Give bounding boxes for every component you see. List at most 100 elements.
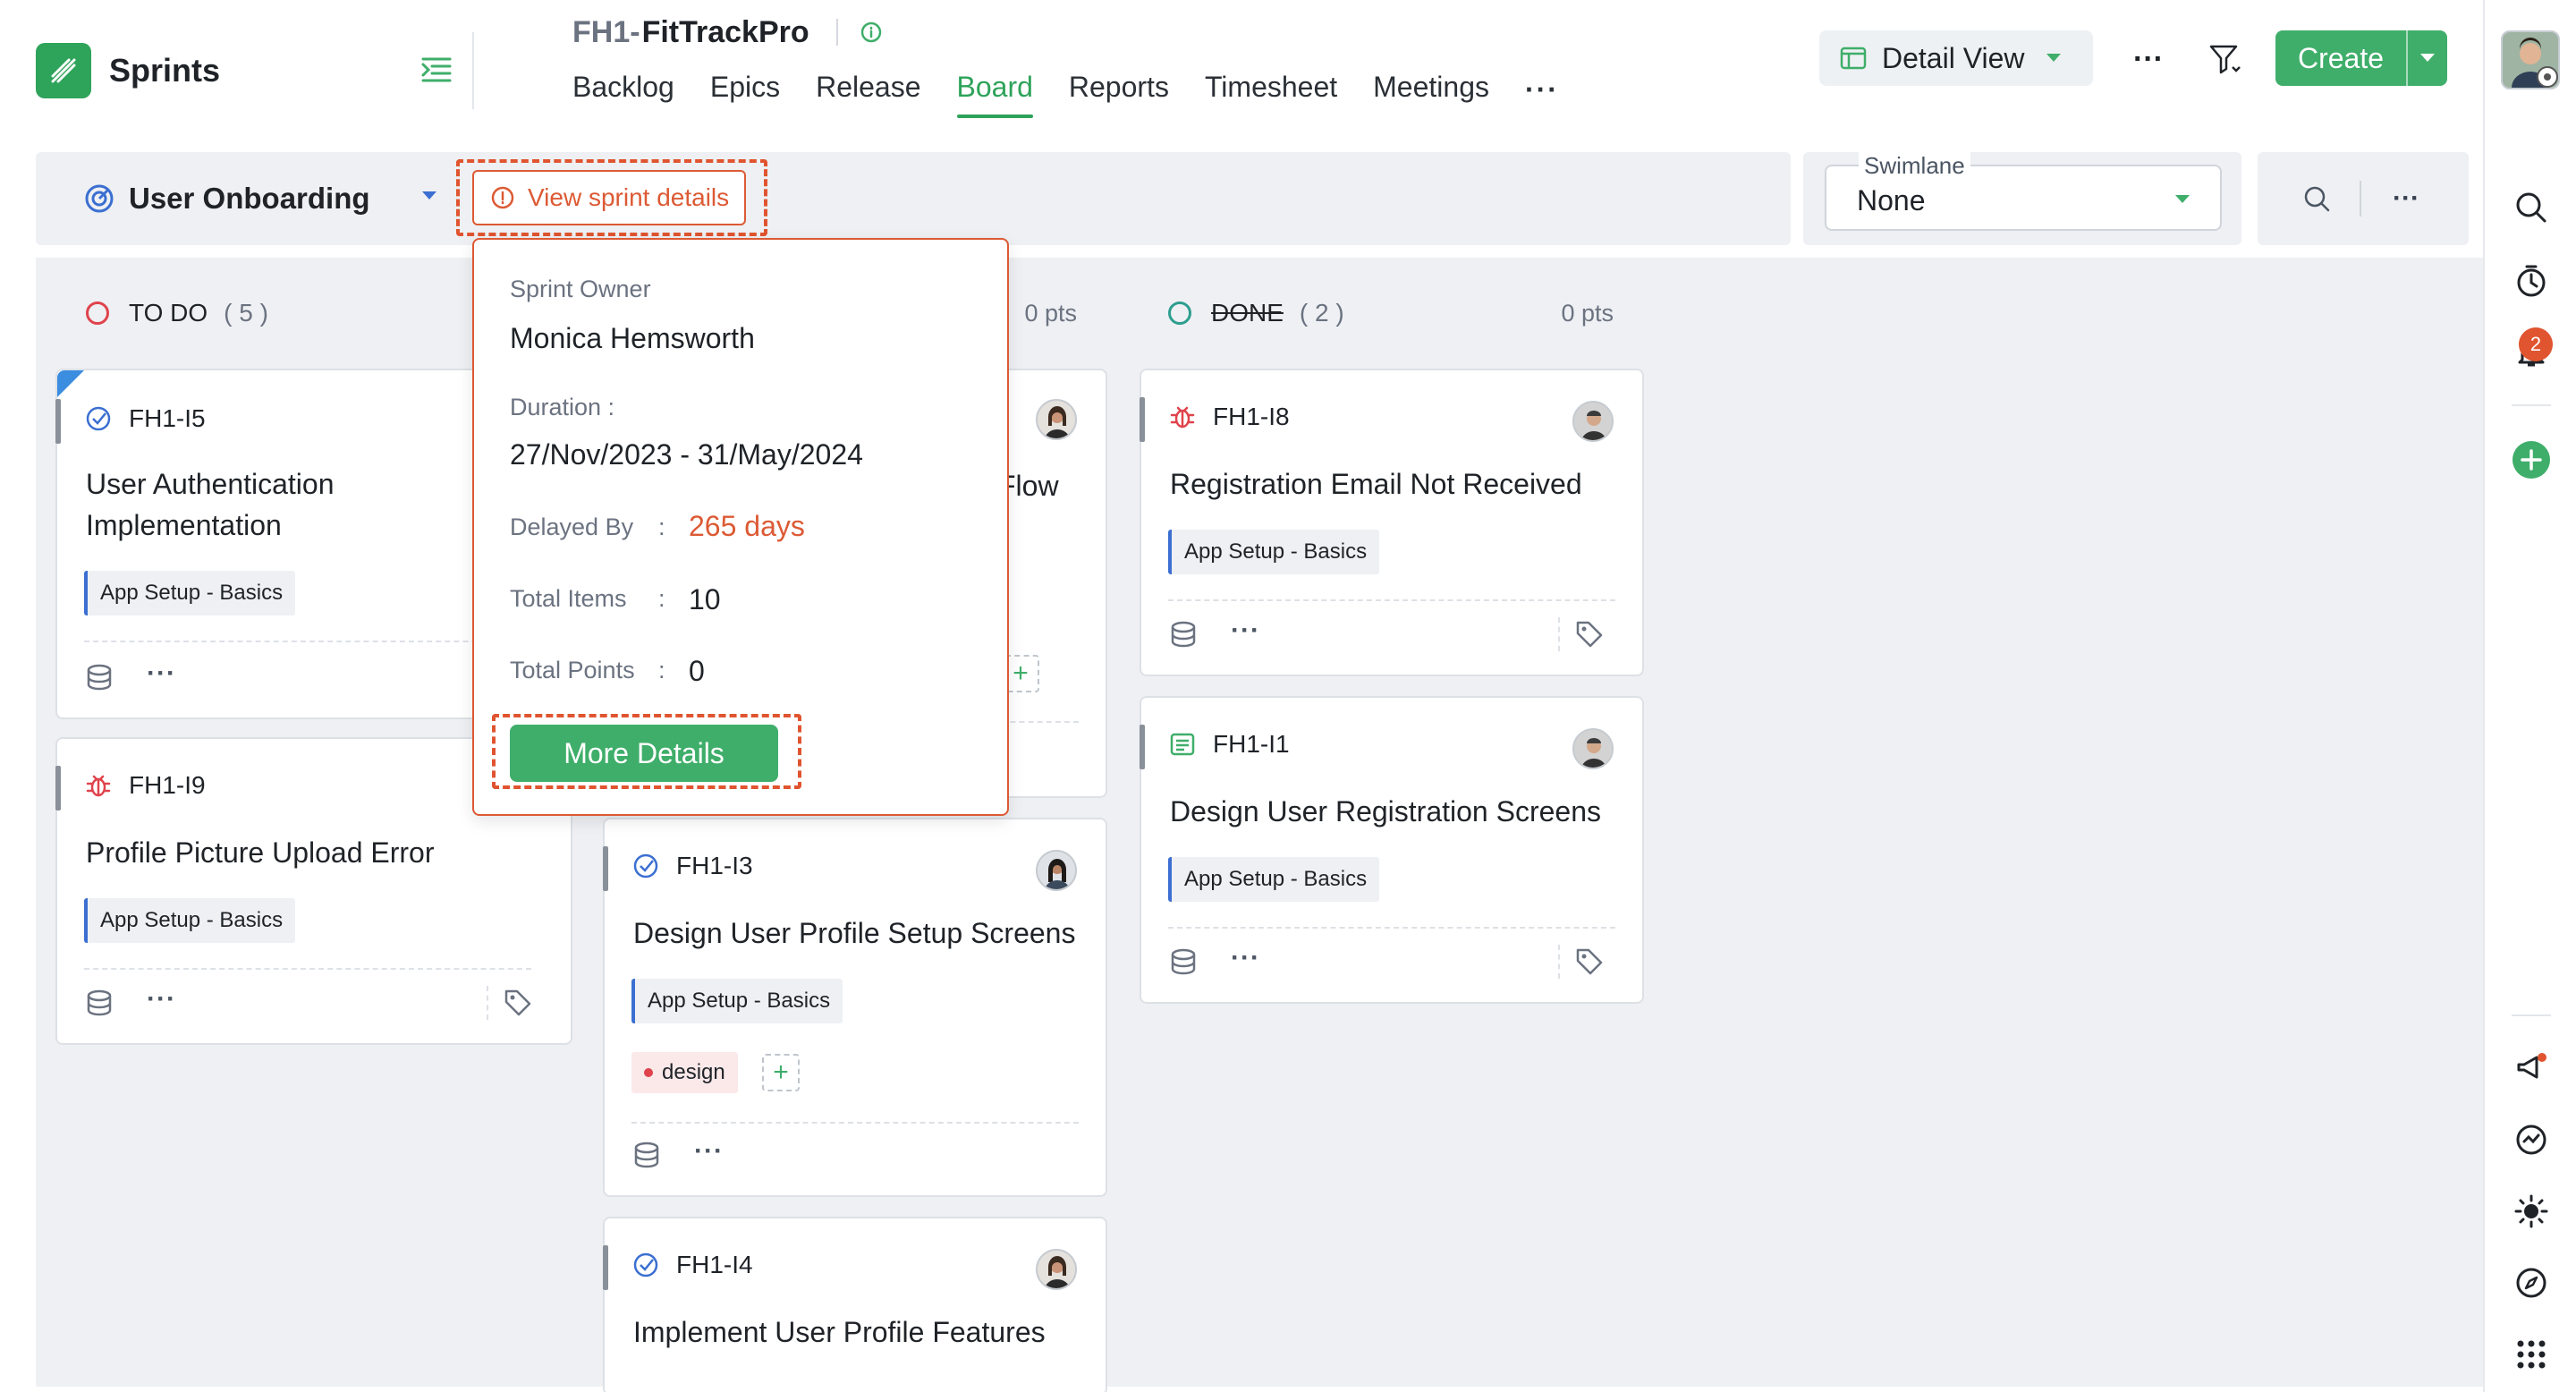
chevron-down-icon[interactable] xyxy=(420,190,438,202)
card-more-button[interactable]: ··· xyxy=(147,984,176,1014)
rail-divider xyxy=(2512,1014,2551,1016)
apps-grid-icon[interactable] xyxy=(2506,1329,2556,1379)
assignee-avatar[interactable] xyxy=(1572,728,1614,769)
board-search-icon[interactable] xyxy=(2293,175,2340,222)
compass-icon[interactable] xyxy=(2506,1258,2556,1308)
storage-icon[interactable] xyxy=(1168,946,1199,977)
sprint-owner-value: Monica Hemsworth xyxy=(510,322,755,354)
assignee-avatar[interactable] xyxy=(1036,850,1077,891)
assignee-avatar[interactable] xyxy=(1036,1249,1077,1290)
project-info-icon[interactable] xyxy=(860,21,883,44)
sidebar-collapse-icon[interactable] xyxy=(415,48,458,91)
right-rail xyxy=(2483,0,2576,1392)
card-title: User Authentication Implementation xyxy=(86,468,335,541)
epic-badge[interactable]: App Setup - Basics xyxy=(1168,857,1380,902)
card-fh1-i4[interactable]: FH1-I4 Implement User Profile Features xyxy=(603,1217,1107,1392)
card-more-button[interactable]: ··· xyxy=(1231,943,1260,973)
epic-badge[interactable]: App Setup - Basics xyxy=(84,898,296,943)
card-fh1-i3[interactable]: FH1-I3 Design User Profile Setup Screens… xyxy=(603,818,1107,1197)
sprint-name: User Onboarding xyxy=(129,182,370,215)
add-tag-button[interactable]: + xyxy=(762,1054,800,1091)
card-divider xyxy=(84,641,531,642)
header-more-button[interactable]: ··· xyxy=(2125,36,2172,82)
delayed-by-value: 265 days xyxy=(689,510,805,542)
card-more-button[interactable]: ··· xyxy=(694,1136,724,1167)
epic-badge[interactable]: App Setup - Basics xyxy=(84,571,296,615)
card-title: Registration Email Not Received xyxy=(1170,468,1582,500)
card-key[interactable]: FH1-I9 xyxy=(129,771,206,800)
project-title[interactable]: FH1- FitTrackPro xyxy=(572,13,883,52)
project-name: FitTrackPro xyxy=(641,14,809,49)
announcement-icon[interactable] xyxy=(2506,1043,2556,1093)
board-tools xyxy=(2258,152,2469,245)
column-name: DONE xyxy=(1211,299,1284,327)
add-circle-icon[interactable] xyxy=(2506,435,2556,485)
total-points-value: 0 xyxy=(689,655,705,687)
card-key[interactable]: FH1-I4 xyxy=(676,1251,753,1279)
colon: : xyxy=(658,657,665,683)
assignee-avatar[interactable] xyxy=(1036,399,1077,440)
tag-icon[interactable] xyxy=(503,988,533,1018)
storage-icon[interactable] xyxy=(1168,619,1199,649)
card-key[interactable]: FH1-I8 xyxy=(1213,403,1290,431)
card-title: Design User Registration Screens xyxy=(1170,795,1601,828)
epic-badge[interactable]: App Setup - Basics xyxy=(631,979,843,1023)
story-icon xyxy=(1170,733,1195,756)
detail-view-dropdown[interactable]: Detail View xyxy=(1819,30,2093,86)
card-more-button[interactable]: ··· xyxy=(147,658,176,689)
card-status-bar xyxy=(603,846,608,891)
assignee-avatar[interactable] xyxy=(1572,401,1614,442)
column-name: TO DO xyxy=(129,299,208,327)
user-avatar[interactable] xyxy=(2501,30,2560,89)
theme-sun-icon[interactable] xyxy=(2506,1186,2556,1236)
card-title: Design User Profile Setup Screens xyxy=(633,917,1076,949)
sprint-selector[interactable]: User Onboarding xyxy=(84,175,370,222)
status-ring-icon xyxy=(86,301,109,325)
tab-meetings[interactable]: Meetings xyxy=(1373,71,1489,109)
status-ring-icon xyxy=(1168,301,1191,325)
card-fh1-i1[interactable]: FH1-I1 Design User Registration Screens … xyxy=(1140,696,1644,1004)
app-name: Sprints xyxy=(109,52,221,89)
tab-backlog[interactable]: Backlog xyxy=(572,71,674,109)
app-brand[interactable]: Sprints xyxy=(36,43,220,98)
storage-icon[interactable] xyxy=(631,1140,662,1170)
nav-more-button[interactable]: ··· xyxy=(1525,73,1559,106)
tab-epics[interactable]: Epics xyxy=(710,71,780,109)
card-fh1-i8[interactable]: FH1-I8 Registration Email Not Received A… xyxy=(1140,369,1644,676)
column-header-done: DONE ( 2 ) 0 pts xyxy=(1168,292,1614,335)
tab-board[interactable]: Board xyxy=(956,71,1034,118)
project-key: FH1- xyxy=(572,14,640,49)
tag-icon[interactable] xyxy=(1574,619,1605,649)
tag-label: design xyxy=(662,1060,725,1084)
card-key[interactable]: FH1-I1 xyxy=(1213,730,1290,759)
card-status-bar xyxy=(1140,725,1145,769)
epic-badge[interactable]: App Setup - Basics xyxy=(1168,530,1380,574)
chevron-down-icon[interactable] xyxy=(2174,193,2191,206)
search-icon[interactable] xyxy=(2506,182,2556,233)
storage-icon[interactable] xyxy=(84,988,114,1018)
swimlane-label: Swimlane xyxy=(1859,152,1970,180)
notification-count-badge: 2 xyxy=(2519,327,2553,361)
create-button[interactable]: Create xyxy=(2275,30,2447,86)
card-key[interactable]: FH1-I3 xyxy=(676,852,753,880)
tag-separator xyxy=(1558,945,1560,979)
duration-label: Duration : xyxy=(510,394,615,420)
create-dropdown-icon[interactable] xyxy=(2406,30,2447,86)
tab-release[interactable]: Release xyxy=(816,71,920,109)
timer-icon[interactable] xyxy=(2506,256,2556,306)
task-check-icon xyxy=(633,853,658,878)
storage-icon[interactable] xyxy=(84,662,114,692)
duration-value: 27/Nov/2023 - 31/May/2024 xyxy=(510,438,863,471)
tab-timesheet[interactable]: Timesheet xyxy=(1205,71,1337,109)
highlight-box xyxy=(492,714,801,789)
card-status-bar xyxy=(55,399,61,444)
filter-icon[interactable] xyxy=(2202,36,2249,82)
detail-view-label: Detail View xyxy=(1882,41,2025,74)
board-more-button[interactable]: ··· xyxy=(2383,175,2429,222)
card-more-button[interactable]: ··· xyxy=(1231,615,1260,646)
card-key[interactable]: FH1-I5 xyxy=(129,404,206,433)
activity-icon[interactable] xyxy=(2506,1115,2556,1165)
tag-icon[interactable] xyxy=(1574,946,1605,977)
tab-reports[interactable]: Reports xyxy=(1069,71,1169,109)
tag-chip[interactable]: design xyxy=(631,1052,738,1093)
